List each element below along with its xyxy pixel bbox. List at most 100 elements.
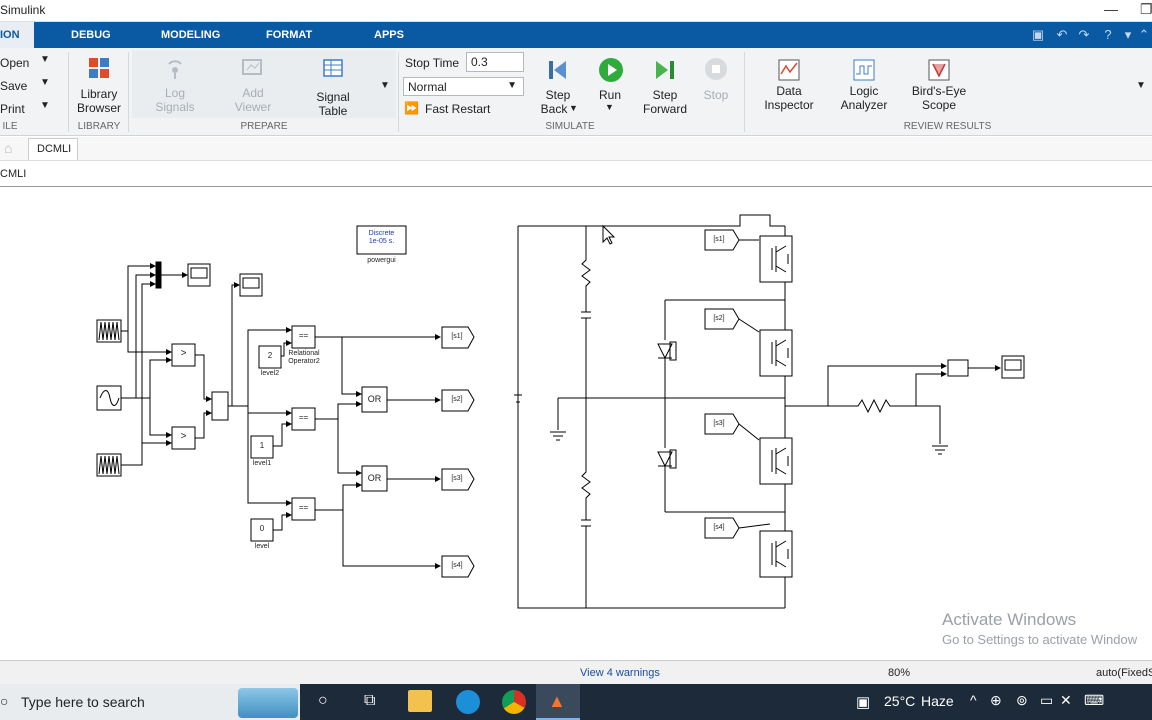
fast-restart-icon: ⏩ [404,101,419,115]
logic-analyzer-button[interactable]: Logic Analyzer [834,56,894,116]
tab-simulation[interactable]: ION [0,22,34,48]
igbt-switch-2[interactable] [759,329,793,377]
library-label-2: Browser [76,101,121,115]
maximize-icon[interactable]: ❐ [1140,1,1152,18]
relop-name-2: Operator2 [288,358,320,365]
view-warnings-link[interactable]: View 4 warnings [580,667,660,679]
keyboard-icon[interactable]: ⌨ [1084,692,1104,709]
volume-muted-icon[interactable]: ✕ [1060,692,1072,709]
open-label: Open [0,56,30,70]
scope-block-2[interactable] [239,273,263,297]
stop-button[interactable]: Stop [697,56,735,118]
print-button[interactable]: Print ▼ [0,100,60,120]
tab-model-dcmli[interactable]: DCMLI [28,138,78,160]
stop-icon [705,58,727,80]
birds-eye-scope-icon [928,59,950,81]
weather-icon[interactable]: ▣ [856,693,870,711]
library-browser-button[interactable]: Library Browser [74,54,124,116]
fast-restart-toggle[interactable]: ⏩ Fast Restart [404,101,494,117]
log-signals-button[interactable]: Log Signals [148,56,202,116]
chevron-down-icon[interactable]: ▾ [1120,27,1136,43]
scope-block-3[interactable] [1001,355,1025,379]
save-button[interactable]: Save ▼ [0,77,60,97]
solver-name[interactable]: auto(FixedS [1096,667,1152,679]
minimize-icon[interactable]: — [1104,1,1118,17]
igbt-switch-1[interactable] [759,235,793,283]
cortana-icon[interactable]: ○ [318,692,328,710]
stop-time-label: Stop Time [405,56,460,70]
group-title-library: LIBRARY [77,121,121,132]
breadcrumb-item[interactable]: CMLI [0,168,26,180]
igbt-switch-4[interactable] [759,530,793,578]
logic-analyzer-icon [853,59,875,81]
chevron-down-icon[interactable]: ▼ [605,102,614,112]
ribbon-overflow-icon[interactable]: ▼ [1136,80,1146,91]
run-icon [599,58,623,82]
windows-taskbar: ○ Type here to search ○ ⧉ ▲ ▣ 25°C Haze … [0,684,1152,720]
capacitor-branch-upper[interactable] [581,226,591,398]
goto-s3-label: [s3] [451,475,463,482]
sine-wave-source[interactable] [96,385,122,411]
tab-modeling[interactable]: MODELING [153,22,228,48]
save-icon[interactable]: ▣ [1030,27,1046,43]
group-title-prepare: PREPARE [240,121,288,132]
capacitor-branch-lower[interactable] [581,398,591,608]
voltage-measurement-block[interactable] [947,359,969,377]
model-canvas[interactable]: Discrete 1e-05 s. powergui 2 level2 1 le… [0,188,1152,660]
chevron-up-icon[interactable]: ^ [970,692,977,708]
add-viewer-button[interactable]: Add Viewer [226,56,280,116]
simulation-mode-select[interactable]: Normal ▼ [403,77,524,96]
stop-label: Stop [703,88,729,102]
battery-icon[interactable]: ▭ [1040,692,1053,709]
weather-description[interactable]: Haze [921,693,954,709]
weather-temperature[interactable]: 25°C [884,693,915,709]
save-label: Save [0,79,28,93]
relop-name-1: Relational [288,350,320,357]
watermark-line-2: Go to Settings to activate Window [942,632,1138,647]
powergui-label: Discrete 1e-05 s. [357,230,406,246]
sum-block[interactable] [211,391,229,421]
breadcrumb: CMLI [0,163,1152,187]
open-button[interactable]: Open ▼ [0,54,60,74]
home-icon[interactable]: ⌂ [4,140,12,156]
network-icon[interactable]: ⊚ [1016,692,1028,709]
task-view-icon[interactable]: ⧉ [364,692,375,710]
carrier-source-1[interactable] [96,319,122,343]
print-label: Print [0,102,25,116]
simulation-mode-value: Normal [408,80,447,94]
block-diagram [96,214,1025,609]
scope-block-1[interactable] [187,263,211,287]
globe-icon[interactable]: ⊕ [990,692,1002,709]
chrome-icon[interactable] [502,690,526,714]
prepare-gallery-expand-icon[interactable]: ▼ [380,80,390,91]
compare-symbol-2: > [180,431,187,442]
step-back-button[interactable]: Step Back ▼ [536,56,580,118]
edge-icon[interactable] [456,690,480,714]
tab-format[interactable]: FORMAT [258,22,320,48]
taskbar-search-box[interactable]: ○ Type here to search [0,684,300,720]
undo-icon[interactable]: ↶ [1054,27,1070,43]
tab-debug[interactable]: DEBUG [63,22,119,48]
collapse-ribbon-icon[interactable]: ⌃ [1136,27,1152,43]
stop-time-input[interactable]: 0.3 [466,52,524,72]
tab-apps[interactable]: APPS [366,22,412,48]
constant-level2-name: level2 [260,370,280,377]
mux-block[interactable] [155,261,162,289]
redo-icon[interactable]: ↷ [1076,27,1092,43]
data-inspector-button[interactable]: Data Inspector [760,56,818,116]
carrier-source-2[interactable] [96,453,122,477]
birds-eye-scope-button[interactable]: Bird's-Eye Scope [906,56,972,116]
status-bar: View 4 warnings 80% auto(FixedS [0,660,1152,684]
step-back-label-2: Back [540,102,568,116]
chevron-down-icon[interactable]: ▼ [569,103,578,113]
matlab-taskbar-button[interactable]: ▲ [536,684,580,720]
step-forward-label-1: Step [652,88,678,102]
igbt-switch-3[interactable] [759,437,793,485]
separator [744,52,745,132]
file-explorer-icon[interactable] [408,690,432,712]
constant-level-value: 0 [259,524,265,533]
help-icon[interactable]: ? [1100,27,1116,43]
step-forward-button[interactable]: Step Forward [641,56,689,118]
run-button[interactable]: Run ▼ [589,56,631,118]
signal-table-button[interactable]: Signal Table [305,56,361,118]
